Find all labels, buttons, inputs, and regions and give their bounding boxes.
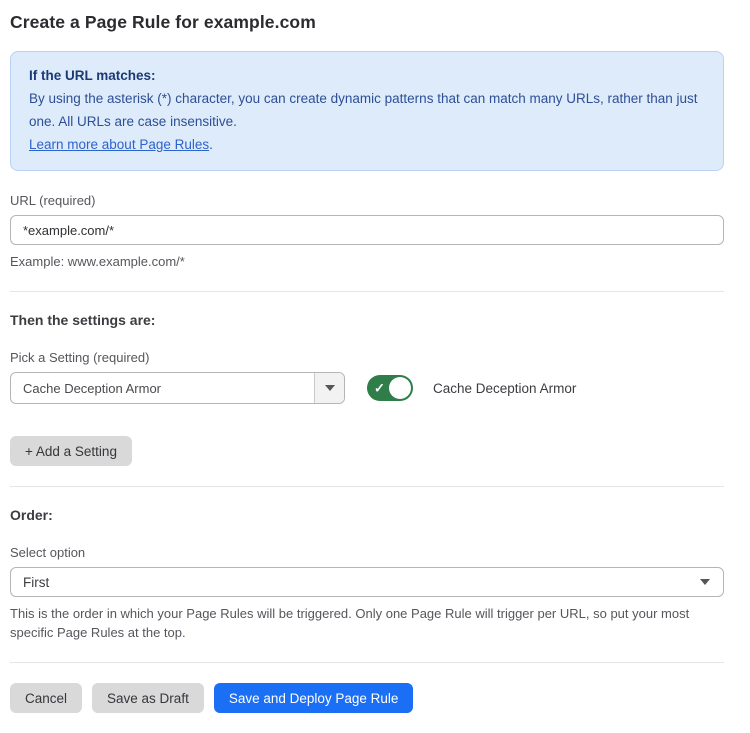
setting-select-value: Cache Deception Armor bbox=[11, 373, 314, 403]
save-as-draft-button[interactable]: Save as Draft bbox=[92, 683, 204, 713]
info-box-heading: If the URL matches: bbox=[29, 64, 705, 87]
divider bbox=[10, 486, 724, 487]
order-select-label: Select option bbox=[10, 545, 724, 560]
footer-actions: Cancel Save as Draft Save and Deploy Pag… bbox=[10, 683, 724, 713]
setting-picker-label: Pick a Setting (required) bbox=[10, 350, 724, 365]
divider bbox=[10, 291, 724, 292]
order-section-heading: Order: bbox=[10, 507, 724, 523]
url-input[interactable] bbox=[10, 215, 724, 245]
page-rule-form: Create a Page Rule for example.com If th… bbox=[0, 0, 750, 733]
cancel-button[interactable]: Cancel bbox=[10, 683, 82, 713]
chevron-down-icon bbox=[700, 579, 710, 585]
setting-row: Cache Deception Armor ✓ Cache Deception … bbox=[10, 372, 724, 404]
learn-more-link[interactable]: Learn more about Page Rules bbox=[29, 137, 209, 152]
order-helper-text: This is the order in which your Page Rul… bbox=[10, 604, 724, 642]
divider bbox=[10, 662, 724, 663]
settings-section-heading: Then the settings are: bbox=[10, 312, 724, 328]
url-match-info-box: If the URL matches: By using the asteris… bbox=[10, 51, 724, 171]
order-select-value: First bbox=[23, 575, 49, 590]
toggle-label: Cache Deception Armor bbox=[433, 381, 576, 396]
info-box-body: By using the asterisk (*) character, you… bbox=[29, 87, 705, 156]
order-select[interactable]: First bbox=[10, 567, 724, 597]
url-field-label: URL (required) bbox=[10, 193, 724, 208]
check-icon: ✓ bbox=[374, 382, 385, 395]
link-period: . bbox=[209, 137, 213, 152]
page-title: Create a Page Rule for example.com bbox=[10, 12, 724, 33]
url-field-helper: Example: www.example.com/* bbox=[10, 252, 724, 271]
setting-toggle-group: ✓ Cache Deception Armor bbox=[367, 375, 576, 401]
cache-deception-armor-toggle[interactable]: ✓ bbox=[367, 375, 413, 401]
save-and-deploy-button[interactable]: Save and Deploy Page Rule bbox=[214, 683, 414, 713]
setting-select-arrow-button[interactable] bbox=[314, 373, 344, 403]
toggle-knob bbox=[389, 377, 411, 399]
setting-select[interactable]: Cache Deception Armor bbox=[10, 372, 345, 404]
chevron-down-icon bbox=[325, 385, 335, 391]
add-setting-button[interactable]: + Add a Setting bbox=[10, 436, 132, 466]
